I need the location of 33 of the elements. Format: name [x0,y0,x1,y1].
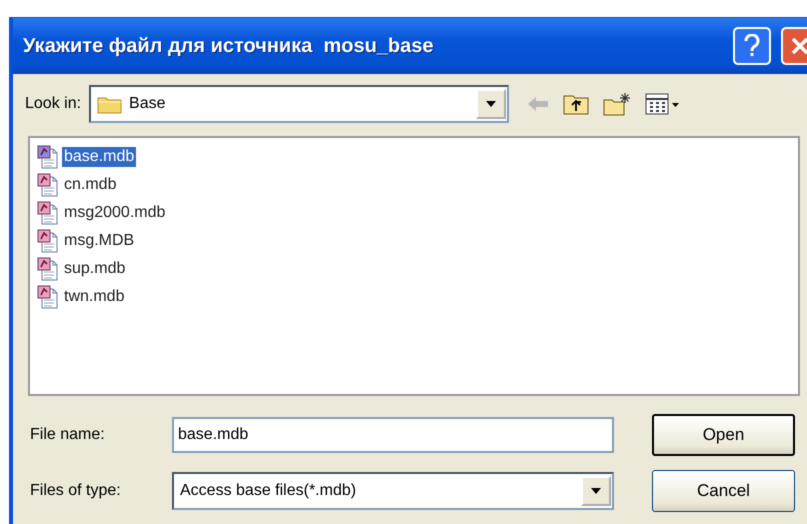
file-type-label: Files of type: [30,482,122,500]
cancel-button[interactable]: Cancel [652,470,795,512]
caret-icon [486,101,496,107]
database-file-icon [36,229,60,253]
close-icon [790,36,807,56]
help-icon [744,34,760,58]
file-item[interactable]: msg2000.mdb [62,203,168,223]
dropdown-button[interactable] [581,476,611,506]
file-name-label: File name: [30,426,106,444]
database-file-icon [36,173,60,197]
file-item[interactable]: base.mdb [62,147,136,167]
caret-icon [591,488,601,494]
file-item[interactable]: cn.mdb [62,175,118,195]
open-button[interactable]: Open [652,414,795,456]
look-in-dropdown[interactable]: Base [89,85,510,123]
file-item[interactable]: sup.mdb [62,259,128,279]
file-name-field[interactable]: base.mdb [172,417,614,453]
up-folder-icon[interactable] [563,93,590,115]
help-button[interactable] [733,27,771,65]
file-item[interactable]: msg.MDB [62,231,136,251]
look-in-value: Base [129,95,167,113]
database-file-icon [36,285,60,309]
new-folder-icon[interactable] [603,92,632,116]
window-title: Укажите файл для источника mosu_base [23,34,435,58]
view-menu-icon[interactable] [645,92,682,116]
database-file-icon [36,257,60,281]
dropdown-button[interactable] [476,89,506,119]
file-type-dropdown[interactable]: Access base files(*.mdb) [172,472,614,510]
look-in-label: Look in: [25,95,82,113]
file-type-value: Access base files(*.mdb) [180,482,358,500]
file-item[interactable]: twn.mdb [62,287,126,307]
database-file-icon [36,145,60,169]
database-file-icon [36,201,60,225]
